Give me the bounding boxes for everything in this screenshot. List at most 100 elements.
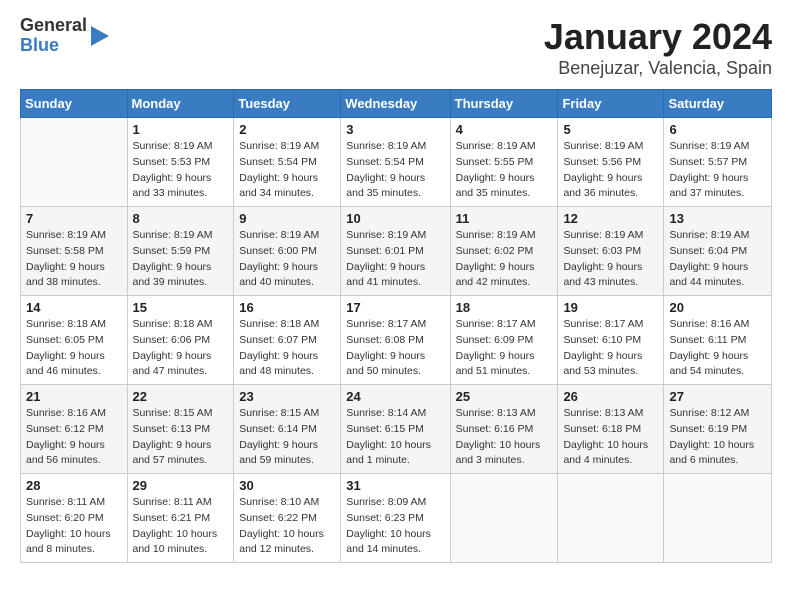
sunrise-text: Sunrise: 8:18 AM <box>133 317 229 333</box>
day-number: 15 <box>133 300 229 315</box>
sunrise-text: Sunrise: 8:19 AM <box>456 228 553 244</box>
sunrise-text: Sunrise: 8:19 AM <box>133 139 229 155</box>
sunrise-text: Sunrise: 8:17 AM <box>346 317 444 333</box>
calendar-week-row: 1Sunrise: 8:19 AMSunset: 5:53 PMDaylight… <box>21 118 772 207</box>
sunset-text: Sunset: 6:10 PM <box>563 333 658 349</box>
calendar-cell: 2 Sunrise: 8:19 AMSunset: 5:54 PMDaylight… <box>234 118 341 207</box>
page-title: January 2024 <box>544 16 772 58</box>
day-info: Sunrise: 8:19 AMSunset: 5:54 PMDaylight:… <box>346 139 444 202</box>
day-number: 25 <box>456 389 553 404</box>
day-info: Sunrise: 8:10 AMSunset: 6:22 PMDaylight:… <box>239 495 335 558</box>
calendar-cell: 21Sunrise: 8:16 AMSunset: 6:12 PMDayligh… <box>21 385 128 474</box>
sunset-text: Sunset: 6:02 PM <box>456 244 553 260</box>
day-info: Sunrise: 8:19 AMSunset: 5:54 PMDaylight:… <box>239 139 335 202</box>
day-info: Sunrise: 8:19 AMSunset: 5:58 PMDaylight:… <box>26 228 122 291</box>
daylight-text: Daylight: 9 hours and 40 minutes. <box>239 260 335 292</box>
daylight-text: Daylight: 10 hours and 6 minutes. <box>669 438 766 470</box>
logo-general: General <box>20 16 87 36</box>
day-number: 17 <box>346 300 444 315</box>
sunset-text: Sunset: 6:07 PM <box>239 333 335 349</box>
day-number: 10 <box>346 211 444 226</box>
calendar-cell: 3Sunrise: 8:19 AMSunset: 5:54 PMDaylight… <box>341 118 450 207</box>
day-number: 1 <box>133 122 229 137</box>
calendar-cell: 31Sunrise: 8:09 AMSunset: 6:23 PMDayligh… <box>341 474 450 563</box>
calendar-cell: 20Sunrise: 8:16 AMSunset: 6:11 PMDayligh… <box>664 296 772 385</box>
sunset-text: Sunset: 6:08 PM <box>346 333 444 349</box>
sunrise-text: Sunrise: 8:17 AM <box>456 317 553 333</box>
sunrise-text: Sunrise: 8:11 AM <box>26 495 122 511</box>
sunset-text: Sunset: 5:57 PM <box>669 155 766 171</box>
daylight-text: Daylight: 9 hours and 43 minutes. <box>563 260 658 292</box>
sunset-text: Sunset: 5:59 PM <box>133 244 229 260</box>
day-info: Sunrise: 8:17 AMSunset: 6:09 PMDaylight:… <box>456 317 553 380</box>
day-info: Sunrise: 8:16 AMSunset: 6:11 PMDaylight:… <box>669 317 766 380</box>
sunset-text: Sunset: 5:55 PM <box>456 155 553 171</box>
sunset-text: Sunset: 6:19 PM <box>669 422 766 438</box>
calendar-cell <box>664 474 772 563</box>
calendar-cell: 9Sunrise: 8:19 AMSunset: 6:00 PMDaylight… <box>234 207 341 296</box>
daylight-text: Daylight: 9 hours and 48 minutes. <box>239 349 335 381</box>
sunrise-text: Sunrise: 8:19 AM <box>346 139 444 155</box>
sunset-text: Sunset: 5:56 PM <box>563 155 658 171</box>
sunrise-text: Sunrise: 8:19 AM <box>239 139 335 155</box>
calendar-cell: 11 Sunrise: 8:19 AMSunset: 6:02 PMDayligh… <box>450 207 558 296</box>
day-number: 2 <box>239 122 335 137</box>
calendar-cell: 10 Sunrise: 8:19 AMSunset: 6:01 PMDayligh… <box>341 207 450 296</box>
day-info: Sunrise: 8:19 AMSunset: 6:02 PMDaylight:… <box>456 228 553 291</box>
day-info: Sunrise: 8:19 AMSunset: 6:04 PMDaylight:… <box>669 228 766 291</box>
calendar-week-row: 28Sunrise: 8:11 AMSunset: 6:20 PMDayligh… <box>21 474 772 563</box>
daylight-text: Daylight: 9 hours and 33 minutes. <box>133 171 229 203</box>
calendar-cell: 28Sunrise: 8:11 AMSunset: 6:20 PMDayligh… <box>21 474 128 563</box>
sunrise-text: Sunrise: 8:16 AM <box>26 406 122 422</box>
day-number: 29 <box>133 478 229 493</box>
day-number: 22 <box>133 389 229 404</box>
daylight-text: Daylight: 9 hours and 56 minutes. <box>26 438 122 470</box>
day-number: 26 <box>563 389 658 404</box>
sunrise-text: Sunrise: 8:13 AM <box>563 406 658 422</box>
sunrise-text: Sunrise: 8:19 AM <box>346 228 444 244</box>
daylight-text: Daylight: 9 hours and 36 minutes. <box>563 171 658 203</box>
sunset-text: Sunset: 6:00 PM <box>239 244 335 260</box>
sunrise-text: Sunrise: 8:10 AM <box>239 495 335 511</box>
weekday-header-thursday: Thursday <box>450 90 558 118</box>
sunrise-text: Sunrise: 8:19 AM <box>669 139 766 155</box>
day-number: 14 <box>26 300 122 315</box>
day-number: 7 <box>26 211 122 226</box>
sunset-text: Sunset: 6:18 PM <box>563 422 658 438</box>
sunset-text: Sunset: 6:05 PM <box>26 333 122 349</box>
calendar-cell <box>558 474 664 563</box>
sunset-text: Sunset: 6:21 PM <box>133 511 229 527</box>
daylight-text: Daylight: 9 hours and 39 minutes. <box>133 260 229 292</box>
daylight-text: Daylight: 10 hours and 4 minutes. <box>563 438 658 470</box>
sunset-text: Sunset: 5:58 PM <box>26 244 122 260</box>
sunrise-text: Sunrise: 8:09 AM <box>346 495 444 511</box>
day-info: Sunrise: 8:19 AMSunset: 5:59 PMDaylight:… <box>133 228 229 291</box>
day-info: Sunrise: 8:11 AMSunset: 6:21 PMDaylight:… <box>133 495 229 558</box>
sunrise-text: Sunrise: 8:18 AM <box>239 317 335 333</box>
sunrise-text: Sunrise: 8:19 AM <box>563 139 658 155</box>
sunset-text: Sunset: 6:16 PM <box>456 422 553 438</box>
sunset-text: Sunset: 6:01 PM <box>346 244 444 260</box>
day-number: 4 <box>456 122 553 137</box>
calendar-cell: 8Sunrise: 8:19 AMSunset: 5:59 PMDaylight… <box>127 207 234 296</box>
calendar-cell: 5Sunrise: 8:19 AMSunset: 5:56 PMDaylight… <box>558 118 664 207</box>
day-info: Sunrise: 8:16 AMSunset: 6:12 PMDaylight:… <box>26 406 122 469</box>
calendar-cell: 25Sunrise: 8:13 AMSunset: 6:16 PMDayligh… <box>450 385 558 474</box>
day-info: Sunrise: 8:19 AMSunset: 6:01 PMDaylight:… <box>346 228 444 291</box>
sunrise-text: Sunrise: 8:19 AM <box>133 228 229 244</box>
daylight-text: Daylight: 9 hours and 46 minutes. <box>26 349 122 381</box>
sunset-text: Sunset: 6:06 PM <box>133 333 229 349</box>
day-number: 6 <box>669 122 766 137</box>
day-number: 11 <box>456 211 553 226</box>
day-info: Sunrise: 8:19 AMSunset: 6:03 PMDaylight:… <box>563 228 658 291</box>
calendar-cell: 14Sunrise: 8:18 AMSunset: 6:05 PMDayligh… <box>21 296 128 385</box>
daylight-text: Daylight: 9 hours and 34 minutes. <box>239 171 335 203</box>
sunset-text: Sunset: 6:22 PM <box>239 511 335 527</box>
day-info: Sunrise: 8:09 AMSunset: 6:23 PMDaylight:… <box>346 495 444 558</box>
header: General Blue January 2024 Benejuzar, Val… <box>20 16 772 79</box>
calendar-cell <box>21 118 128 207</box>
daylight-text: Daylight: 9 hours and 41 minutes. <box>346 260 444 292</box>
sunrise-text: Sunrise: 8:19 AM <box>239 228 335 244</box>
day-info: Sunrise: 8:19 AMSunset: 5:56 PMDaylight:… <box>563 139 658 202</box>
day-info: Sunrise: 8:19 AMSunset: 6:00 PMDaylight:… <box>239 228 335 291</box>
